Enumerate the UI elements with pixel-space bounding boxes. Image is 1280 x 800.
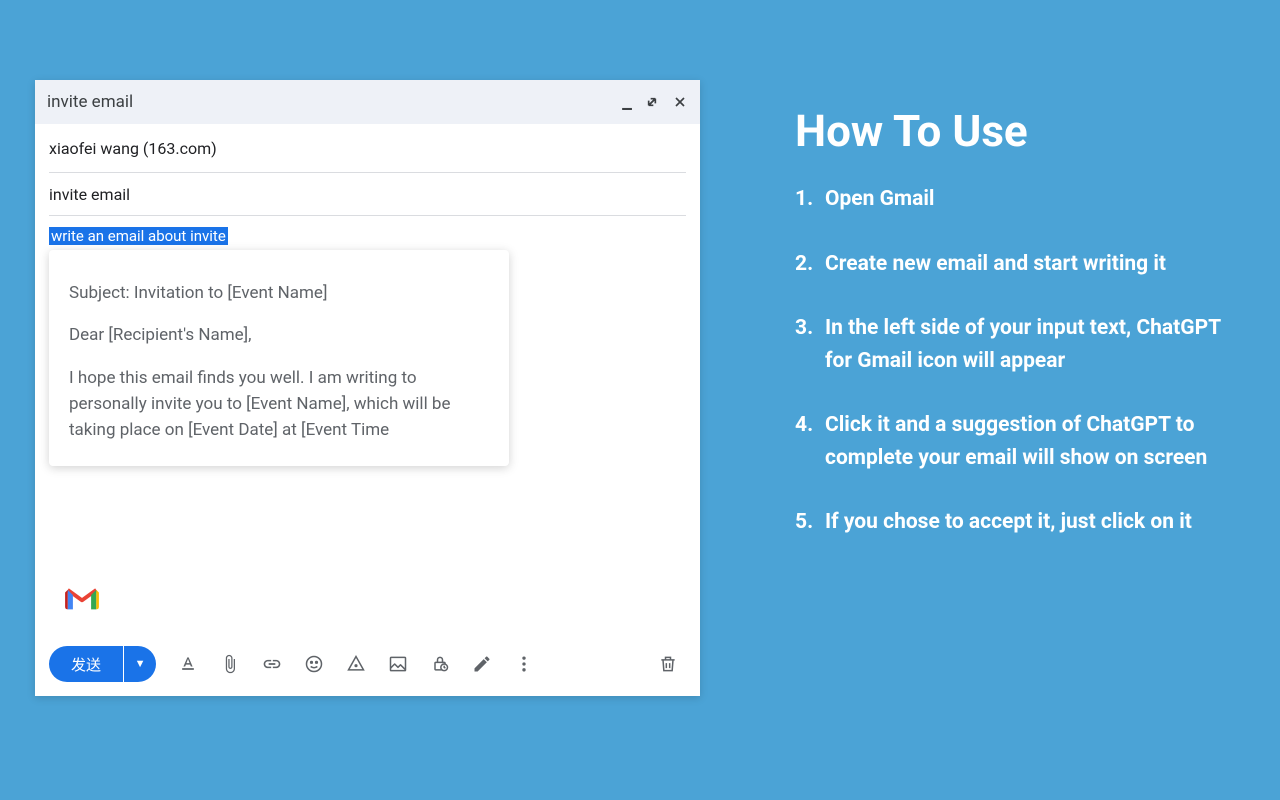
step-item: Open Gmail — [795, 183, 1230, 216]
signature-icon[interactable] — [472, 654, 492, 674]
subject-value: invite email — [49, 185, 130, 204]
to-value: xiaofei wang (163.com) — [49, 139, 217, 158]
send-button[interactable]: 发送 — [49, 646, 123, 682]
minimize-icon[interactable]: _ — [622, 91, 632, 113]
instructions-panel: How To Use Open Gmail Create new email a… — [700, 0, 1230, 800]
step-item: Click it and a suggestion of ChatGPT to … — [795, 409, 1230, 474]
close-icon[interactable] — [672, 94, 688, 110]
suggestion-body: I hope this email finds you well. I am w… — [69, 365, 489, 444]
send-more-button[interactable]: ▼ — [124, 646, 156, 682]
image-icon[interactable] — [388, 654, 408, 674]
compose-window: invite email _ xiaofei wang (163.com) in… — [35, 80, 700, 696]
chatgpt-gmail-icon[interactable] — [65, 586, 99, 612]
emoji-icon[interactable] — [304, 654, 324, 674]
suggestion-greeting: Dear [Recipient's Name], — [69, 322, 489, 348]
to-field[interactable]: xiaofei wang (163.com) — [35, 124, 700, 172]
gmail-icon-slot — [35, 586, 700, 632]
howto-title: How To Use — [795, 105, 1230, 157]
step-item: Create new email and start writing it — [795, 248, 1230, 281]
steps-list: Open Gmail Create new email and start wr… — [795, 183, 1230, 539]
compose-window-title: invite email — [47, 92, 133, 112]
format-icon[interactable] — [178, 654, 198, 674]
more-icon[interactable] — [514, 654, 534, 674]
format-toolbar — [178, 654, 534, 674]
compose-toolbar: 发送 ▼ — [35, 632, 700, 696]
send-button-group: 发送 ▼ — [49, 646, 156, 682]
compose-header: invite email _ — [35, 80, 700, 124]
step-item: If you chose to accept it, just click on… — [795, 506, 1230, 539]
screenshot-panel: invite email _ xiaofei wang (163.com) in… — [0, 0, 700, 800]
drive-icon[interactable] — [346, 654, 366, 674]
window-controls: _ — [622, 91, 688, 113]
attach-icon[interactable] — [220, 654, 240, 674]
maximize-icon[interactable] — [644, 94, 660, 110]
confidential-icon[interactable] — [430, 654, 450, 674]
step-item: In the left side of your input text, Cha… — [795, 312, 1230, 377]
trash-icon[interactable] — [658, 654, 678, 674]
subject-field[interactable]: invite email — [35, 173, 700, 215]
email-body[interactable]: write an email about invite Subject: Inv… — [35, 216, 700, 586]
chatgpt-suggestion-popup[interactable]: Subject: Invitation to [Event Name] Dear… — [49, 250, 509, 466]
selected-prompt-text[interactable]: write an email about invite — [49, 227, 228, 245]
link-icon[interactable] — [262, 654, 282, 674]
suggestion-subject: Subject: Invitation to [Event Name] — [69, 280, 489, 306]
